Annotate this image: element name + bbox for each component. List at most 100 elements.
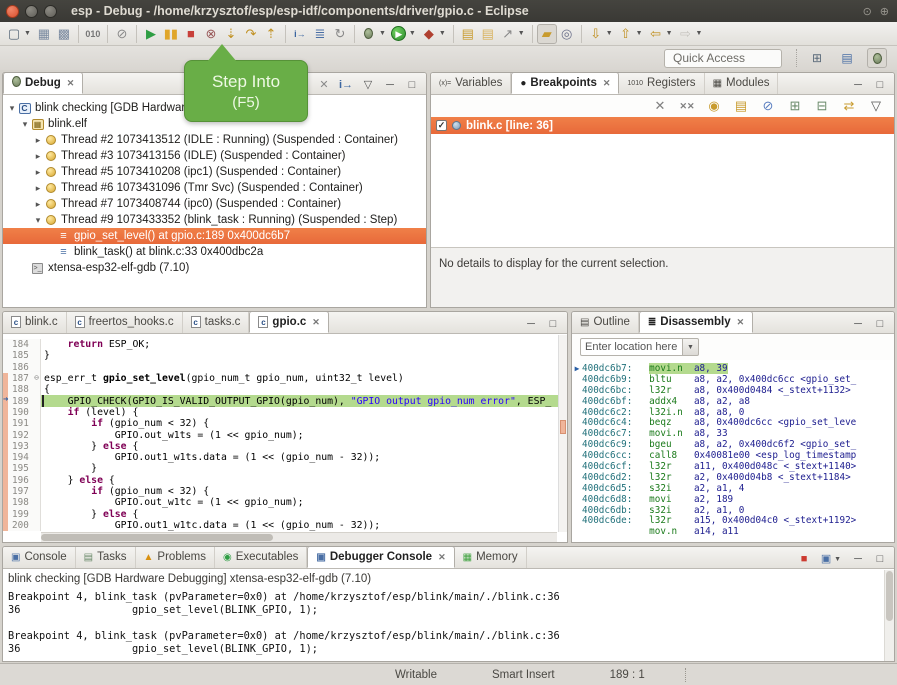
tab-debugger-console[interactable]: ▣Debugger Console✕: [307, 546, 454, 568]
forward-button[interactable]: ⇨▼: [676, 24, 706, 44]
horizontal-scrollbar[interactable]: [41, 532, 557, 542]
minimize-icon[interactable]: ─: [382, 76, 398, 94]
remove-breakpoint-icon[interactable]: ✕: [650, 96, 670, 116]
go-to-file-icon[interactable]: ▤: [731, 96, 751, 116]
step-into-button[interactable]: ⇣: [221, 24, 241, 44]
code-text[interactable]: } else {: [41, 475, 567, 486]
disassembly-line[interactable]: mov.n a14, a11: [572, 526, 894, 537]
forward-dropdown-icon[interactable]: ▼: [696, 30, 703, 37]
expand-all-icon[interactable]: ⊞: [785, 96, 805, 116]
disassembly-line[interactable]: 400dc6c7: movi.n a8, 33: [572, 428, 894, 439]
minimize-icon[interactable]: ─: [850, 76, 866, 94]
code-text[interactable]: } else {: [41, 508, 567, 519]
close-icon[interactable]: ✕: [603, 78, 611, 89]
disassembly-line[interactable]: 400dc6c2: l32i.n a8, a8, 0: [572, 407, 894, 418]
skip-all-breakpoints-button[interactable]: ⊘: [112, 24, 132, 44]
tree-expander-icon[interactable]: ▸: [33, 135, 43, 146]
editor-gutter[interactable]: 193: [3, 441, 41, 452]
code-text[interactable]: GPIO.out1_w1ts.data = (1 << (gpio_num - …: [41, 452, 567, 463]
tree-item[interactable]: ≡gpio_set_level() at gpio.c:189 0x400dc6…: [3, 228, 426, 244]
disassembly-listing[interactable]: ▶400dc6b7: movi.n a8, 39400dc6b9: bltu a…: [572, 361, 894, 542]
instruction-stepping-icon[interactable]: i→: [290, 24, 310, 44]
restart-icon[interactable]: ↻: [330, 24, 350, 44]
disassembly-line[interactable]: 400dc6d5: s32i a2, a1, 4: [572, 483, 894, 494]
restart-button[interactable]: ↻: [330, 24, 350, 44]
instruction-stepping-mode-button[interactable]: i→: [338, 76, 354, 94]
view-menu-icon[interactable]: ▽: [360, 76, 376, 94]
console-scrollbar[interactable]: [884, 570, 894, 661]
save-button[interactable]: ▦: [34, 24, 54, 44]
binary-artifact-icon[interactable]: 010: [83, 24, 103, 44]
run-button[interactable]: ▶▼: [389, 24, 419, 44]
code-text[interactable]: GPIO.out_w1tc = (1 << gpio_num);: [41, 497, 567, 508]
view-menu-button[interactable]: ▽: [360, 76, 376, 94]
disassembly-line[interactable]: 400dc6c4: beqz a8, 0x400dc6cc <gpio_set_…: [572, 417, 894, 428]
code-text[interactable]: GPIO.out_w1ts = (1 << gpio_num);: [41, 429, 567, 440]
save-all-button[interactable]: ▩: [54, 24, 74, 44]
go-to-file-button[interactable]: ▤: [731, 96, 751, 116]
save-icon[interactable]: ▦: [34, 24, 54, 44]
code-line[interactable]: 184 return ESP_OK;: [3, 339, 567, 350]
external-tools-button[interactable]: ◆▼: [419, 24, 449, 44]
debug-icon[interactable]: [359, 24, 379, 44]
external-tools-icon[interactable]: ◆: [419, 24, 439, 44]
disassembly-line[interactable]: 400dc6d2: l32r a2, 0x400d04b8 <_stext+11…: [572, 472, 894, 483]
disassembly-line[interactable]: 400dc6cf: l32r a11, 0x400d048c <_stext+1…: [572, 461, 894, 472]
tree-expander-icon[interactable]: ▸: [33, 199, 43, 210]
code-line[interactable]: 190 if (level) {: [3, 407, 567, 418]
minimize-icon[interactable]: ─: [850, 550, 866, 568]
remove-all-terminated-button[interactable]: ✕: [316, 76, 332, 94]
tree-expander-icon[interactable]: ▾: [20, 119, 30, 130]
annotation-marker[interactable]: [560, 420, 566, 434]
terminate-button[interactable]: ■: [181, 24, 201, 44]
tree-expander-icon[interactable]: ▸: [33, 183, 43, 194]
editor-body[interactable]: 184 return ESP_OK;185}186187⊖esp_err_t g…: [3, 335, 567, 542]
editor-gutter[interactable]: 200: [3, 520, 41, 531]
editor-gutter[interactable]: 186: [3, 362, 41, 373]
use-step-filters-icon[interactable]: ≣: [310, 24, 330, 44]
save-all-icon[interactable]: ▩: [54, 24, 74, 44]
tab-memory[interactable]: ▦Memory: [455, 546, 527, 568]
maximize-icon[interactable]: □: [872, 76, 888, 94]
editor-gutter[interactable]: 199: [3, 508, 41, 519]
suspend-icon[interactable]: ▮▮: [161, 24, 181, 44]
code-line[interactable]: 196 } else {: [3, 475, 567, 486]
link-with-debug-icon[interactable]: ⇄: [839, 96, 859, 116]
editor-gutter[interactable]: 196: [3, 475, 41, 486]
step-into-icon[interactable]: ⇣: [221, 24, 241, 44]
tab-tasks[interactable]: ▤Tasks: [76, 546, 136, 568]
tab-modules[interactable]: ▦Modules: [705, 72, 779, 94]
tree-expander-icon[interactable]: ▸: [33, 167, 43, 178]
tab-variables[interactable]: (x)=Variables: [431, 72, 511, 94]
debug-button[interactable]: ▼: [359, 24, 389, 44]
remove-breakpoint-button[interactable]: ✕: [650, 96, 670, 116]
remove-all-breakpoints-icon[interactable]: ✕✕: [677, 96, 697, 116]
tree-item[interactable]: ▸Thread #6 1073431096 (Tmr Svc) (Suspend…: [3, 180, 426, 196]
code-text[interactable]: GPIO_CHECK(GPIO_IS_VALID_OUTPUT_GPIO(gpi…: [41, 395, 567, 406]
code-line[interactable]: 194 GPIO.out1_w1ts.data = (1 << (gpio_nu…: [3, 452, 567, 463]
debug-perspective-button[interactable]: [867, 48, 887, 68]
code-line[interactable]: 200 GPIO.out1_w1tc.data = (1 << (gpio_nu…: [3, 520, 567, 531]
console-scroll-thumb[interactable]: [886, 571, 893, 621]
run-dropdown-icon[interactable]: ▼: [409, 30, 416, 37]
tab-executables[interactable]: ◉Executables: [215, 546, 307, 568]
location-input[interactable]: Enter location here: [580, 338, 683, 356]
code-text[interactable]: [41, 362, 567, 373]
editor-gutter[interactable]: 194: [3, 452, 41, 463]
debug-perspective-icon[interactable]: [867, 48, 887, 68]
editor-gutter[interactable]: 184: [3, 339, 41, 350]
editor-gutter[interactable]: 187⊖: [3, 373, 41, 384]
launch-target-icon[interactable]: ↗: [498, 24, 518, 44]
minimize-icon[interactable]: ─: [523, 315, 539, 333]
code-text[interactable]: esp_err_t gpio_set_level(gpio_num_t gpio…: [41, 373, 567, 384]
step-return-button[interactable]: ⇡: [261, 24, 281, 44]
tree-expander-icon[interactable]: ▾: [33, 215, 43, 226]
tab-disassembly[interactable]: ≣Disassembly✕: [639, 311, 753, 333]
show-breakpoints-supported-button[interactable]: ◉: [704, 96, 724, 116]
remove-all-terminated-icon[interactable]: ✕: [316, 76, 332, 94]
location-dropdown-button[interactable]: ▼: [683, 338, 699, 356]
disassembly-line[interactable]: 400dc6bf: addx4 a8, a2, a8: [572, 396, 894, 407]
disassembly-line[interactable]: 400dc6d8: movi a2, 189: [572, 494, 894, 505]
view-menu-icon[interactable]: ▽: [866, 96, 886, 116]
tab-breakpoints[interactable]: ●Breakpoints✕: [511, 72, 619, 94]
